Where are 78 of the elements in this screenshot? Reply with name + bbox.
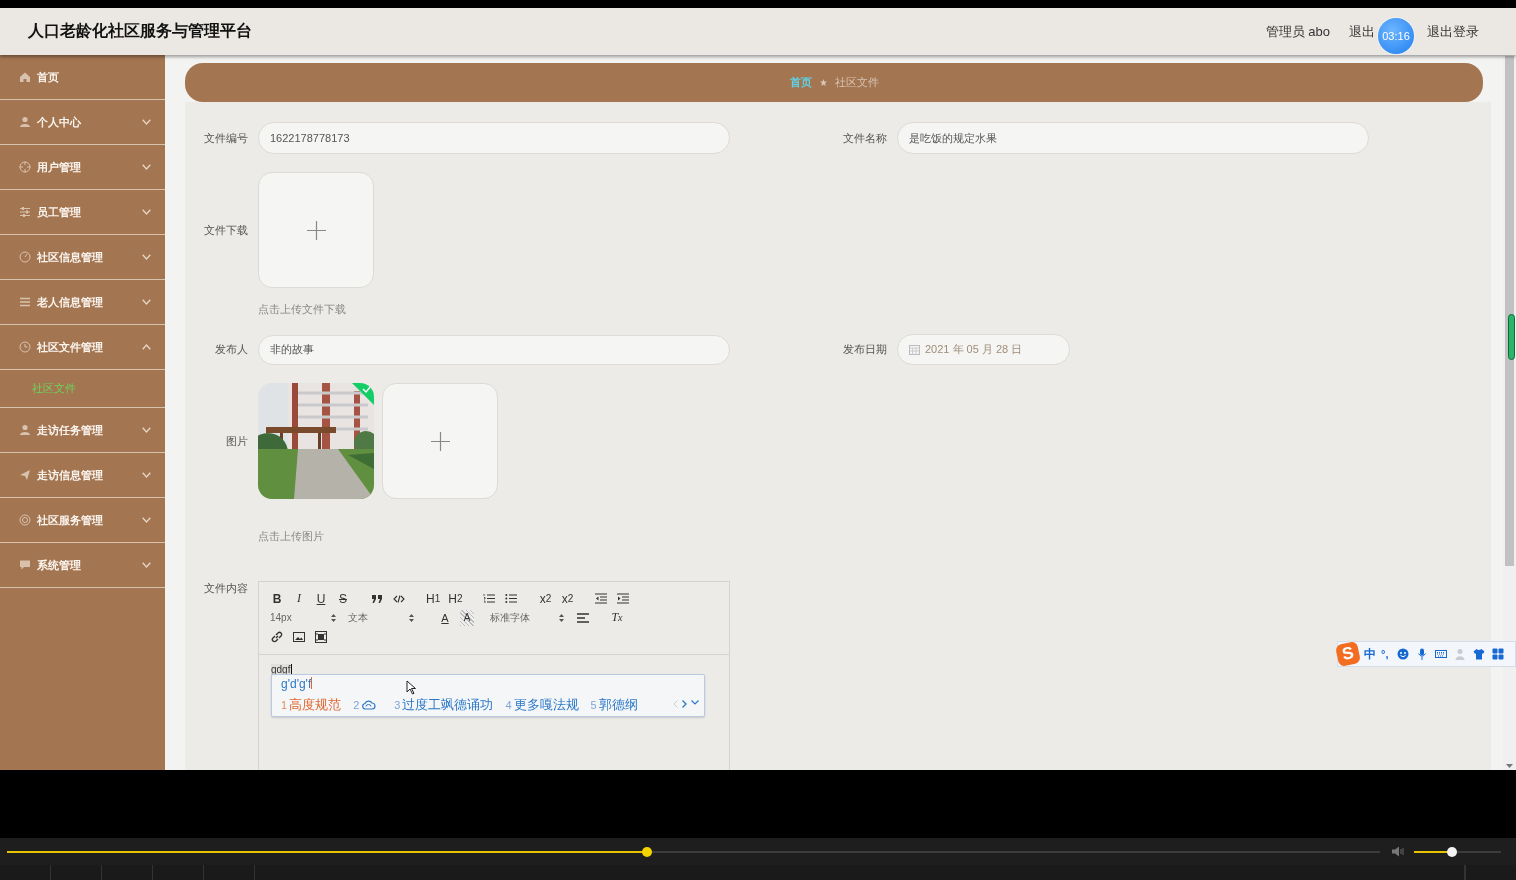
- sliders-icon: [19, 206, 31, 218]
- calendar-icon: [909, 344, 920, 355]
- ime-input-text: g'd'g'f: [281, 677, 313, 691]
- text-field[interactable]: 非的故事: [258, 334, 730, 365]
- image-icon: [293, 631, 305, 642]
- grid-icon[interactable]: [1492, 648, 1505, 660]
- toolbar-select[interactable]: 14px: [270, 612, 336, 623]
- toolbar-select[interactable]: 标准字体: [490, 610, 564, 625]
- app-title: 人口老龄化社区服务与管理平台: [28, 21, 253, 41]
- punctuation-toggle[interactable]: °,: [1381, 648, 1389, 660]
- sort-arrows-icon: [409, 613, 414, 622]
- plus-icon: [306, 220, 326, 240]
- ime-candidate[interactable]: 5 郭德纲: [590, 696, 638, 714]
- field-label: 发布人: [214, 342, 248, 357]
- align-left-icon: [577, 612, 589, 623]
- outdent-icon: [595, 593, 608, 604]
- field-label: 文件内容: [203, 581, 248, 596]
- ime-candidate[interactable]: 1高度规范: [281, 696, 342, 714]
- logout-link[interactable]: 退出登录: [1427, 22, 1479, 41]
- toolbar-select[interactable]: 文本: [348, 610, 414, 625]
- video-icon: [315, 630, 327, 643]
- upload-hint: 点击上传文件下载: [258, 302, 347, 316]
- scroll-down-icon[interactable]: [1506, 764, 1513, 768]
- star-icon: [819, 79, 827, 86]
- mouse-cursor-icon: [406, 680, 416, 695]
- text-field[interactable]: 1622178778173: [258, 122, 730, 154]
- scrollbar-thumb[interactable]: [1505, 56, 1514, 566]
- indent-icon: [617, 593, 630, 604]
- link-icon: [271, 630, 283, 643]
- crosshair-icon: [19, 161, 31, 173]
- upload-hint: 点击上传图片: [258, 529, 325, 543]
- speaker-icon[interactable]: [1392, 846, 1406, 857]
- format-button[interactable]: S: [336, 590, 350, 607]
- code-icon: [393, 593, 405, 604]
- user-icon: [19, 116, 31, 128]
- field-label: 文件名称: [842, 130, 887, 146]
- field-label: 图片: [225, 433, 248, 449]
- format-button[interactable]: A: [460, 609, 474, 626]
- home-icon: [19, 71, 31, 83]
- slider-thumb[interactable]: [641, 846, 652, 857]
- user-icon: [19, 424, 31, 436]
- field-label: 发布日期: [842, 342, 887, 357]
- gauge-icon: [19, 251, 31, 263]
- sort-arrows-icon: [559, 613, 564, 622]
- ring-icon: [19, 514, 31, 526]
- scrollbar[interactable]: [1503, 55, 1516, 770]
- microphone-icon[interactable]: [1416, 648, 1429, 660]
- format-button[interactable]: A: [438, 609, 452, 626]
- scroll-marker: [1508, 314, 1515, 360]
- clock-icon: [19, 341, 31, 353]
- field-label: 文件下载: [203, 222, 248, 238]
- expand-icon[interactable]: [691, 700, 699, 705]
- plus-icon: [430, 431, 450, 451]
- list-icon: [19, 296, 31, 308]
- sort-arrows-icon: [331, 613, 336, 622]
- slider-thumb[interactable]: [1447, 846, 1458, 857]
- page-next-icon[interactable]: [682, 700, 687, 708]
- text-field[interactable]: 是吃饭的规定水果: [897, 122, 1369, 154]
- smiley-icon[interactable]: [1397, 648, 1410, 660]
- ime-candidate[interactable]: 3过度工飒德诵功: [394, 696, 494, 714]
- ordered-list-icon: [483, 593, 496, 604]
- exit-link[interactable]: 退出: [1349, 22, 1375, 41]
- date-field[interactable]: 2021 年 05 月 28 日: [897, 334, 1070, 365]
- user-name: 管理员 abo: [1265, 22, 1330, 41]
- bullet-list-icon: [505, 593, 518, 604]
- ime-mode-toggle[interactable]: 中: [1364, 645, 1376, 663]
- format-button[interactable]: B: [270, 590, 284, 607]
- toolbar-button[interactable]: [314, 628, 328, 645]
- paper-plane-icon: [19, 469, 31, 481]
- keyboard-icon[interactable]: [1435, 648, 1448, 660]
- field-label: 文件编号: [203, 130, 248, 146]
- format-button[interactable]: U: [314, 590, 328, 607]
- format-button[interactable]: I: [292, 590, 306, 607]
- quote-icon: [371, 593, 383, 604]
- cloud-icon: [361, 700, 377, 710]
- shirt-icon[interactable]: [1473, 648, 1486, 660]
- chat-icon: [19, 559, 31, 571]
- ime-candidate[interactable]: 4更多嘎法规: [505, 696, 579, 714]
